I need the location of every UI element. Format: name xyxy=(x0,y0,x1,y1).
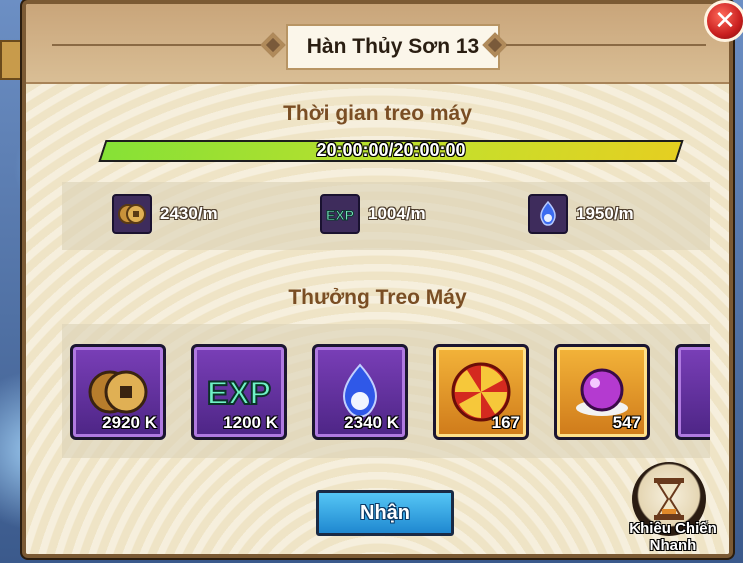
svg-text:EXP: EXP xyxy=(207,375,271,411)
quick-fight-label: Khiêu Chiến Nhanh xyxy=(629,520,717,554)
exp-icon: EXP xyxy=(320,194,360,234)
reward-item-purple-orb[interactable]: 547 xyxy=(554,344,650,440)
idle-time-value: 20:00:00/20:00:00 xyxy=(316,140,466,160)
rate-item-exp: EXP 1004/m xyxy=(320,194,426,234)
close-icon: ✕ xyxy=(714,6,736,36)
reward-item-exp[interactable]: EXP 1200 K xyxy=(191,344,287,440)
reward-item-spirit[interactable]: 2340 K xyxy=(312,344,408,440)
reward-quantity: 2340 K xyxy=(344,413,399,432)
svg-text:EXP: EXP xyxy=(326,207,354,223)
reward-quantity: 2920 K xyxy=(102,413,157,432)
idle-rewards-label: Thưởng Treo Máy xyxy=(288,286,467,309)
dialog-title: Hàn Thủy Sơn 13 xyxy=(286,24,500,70)
close-button[interactable]: ✕ xyxy=(704,0,743,42)
spirit-rate: 1950/m xyxy=(576,204,634,223)
spirit-flame-icon xyxy=(528,194,568,234)
reward-quantity: 547 xyxy=(612,413,641,432)
quick-fight-button[interactable]: Khiêu Chiến Nhanh xyxy=(606,462,740,560)
claim-button[interactable]: Nhận xyxy=(316,490,454,536)
reward-item-swirl-orb[interactable]: 167 xyxy=(433,344,529,440)
coin-icon xyxy=(88,370,148,414)
exp-rate: 1004/m xyxy=(368,204,426,223)
reward-quantity: 1200 K xyxy=(223,413,278,432)
reward-list[interactable]: 2920 K EXP 1200 K 2340 K 167 547 xyxy=(62,324,710,458)
rate-item-spirit: 1950/m xyxy=(528,194,634,234)
title-divider-right xyxy=(506,44,706,46)
reward-quantity: 167 xyxy=(491,413,520,432)
title-divider-left xyxy=(52,44,262,46)
exp-icon: EXP xyxy=(206,374,272,412)
reward-item-coin[interactable]: 2920 K xyxy=(70,344,166,440)
idle-time-label: Thời gian treo máy xyxy=(283,102,472,125)
rate-item-coin: 2430/m xyxy=(112,194,218,234)
reward-item-partial[interactable] xyxy=(675,344,710,440)
dialog-header: Hàn Thủy Sơn 13 xyxy=(26,4,729,84)
rate-row: 2430/m EXP 1004/m 1950/m xyxy=(62,182,710,250)
coin-rate: 2430/m xyxy=(160,204,218,223)
diamond-ornament-icon xyxy=(260,32,286,58)
coin-icon xyxy=(112,194,152,234)
